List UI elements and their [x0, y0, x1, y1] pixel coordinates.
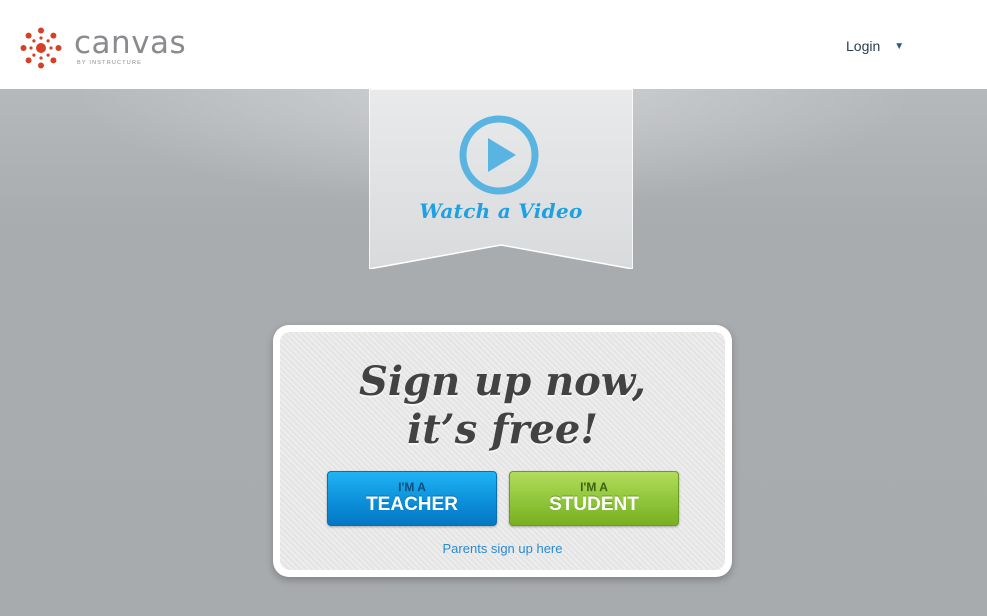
- logo-wordmark: canvas: [74, 25, 187, 61]
- watch-video-ribbon[interactable]: Watch a Video: [369, 89, 633, 269]
- parents-signup-link[interactable]: Parents sign up here: [280, 541, 725, 556]
- caret-down-icon: ▼: [894, 40, 905, 52]
- signup-card: Sign up now, it’s free! I'M A TEACHER I'…: [273, 325, 732, 577]
- top-header: canvas BY INSTRUCTURE Login ▼: [0, 0, 987, 89]
- teacher-button-prefix: I'M A: [398, 480, 426, 494]
- student-button-prefix: I'M A: [580, 480, 608, 494]
- headline-line-2: it’s free!: [407, 406, 598, 453]
- play-video-icon: [459, 115, 539, 195]
- headline-line-1: Sign up now,: [359, 358, 646, 405]
- watch-video-label: Watch a Video: [419, 199, 583, 223]
- login-dropdown[interactable]: Login ▼: [846, 38, 904, 54]
- logo-tagline: BY INSTRUCTURE: [77, 60, 142, 66]
- student-signup-button[interactable]: I'M A STUDENT: [509, 471, 679, 526]
- student-button-label: STUDENT: [549, 494, 639, 515]
- canvas-logo-icon: [20, 27, 62, 69]
- login-label: Login: [846, 38, 881, 54]
- signup-headline: Sign up now, it’s free!: [280, 358, 725, 454]
- teacher-button-label: TEACHER: [366, 494, 458, 515]
- signup-card-panel: Sign up now, it’s free! I'M A TEACHER I'…: [280, 332, 725, 570]
- teacher-signup-button[interactable]: I'M A TEACHER: [327, 471, 497, 526]
